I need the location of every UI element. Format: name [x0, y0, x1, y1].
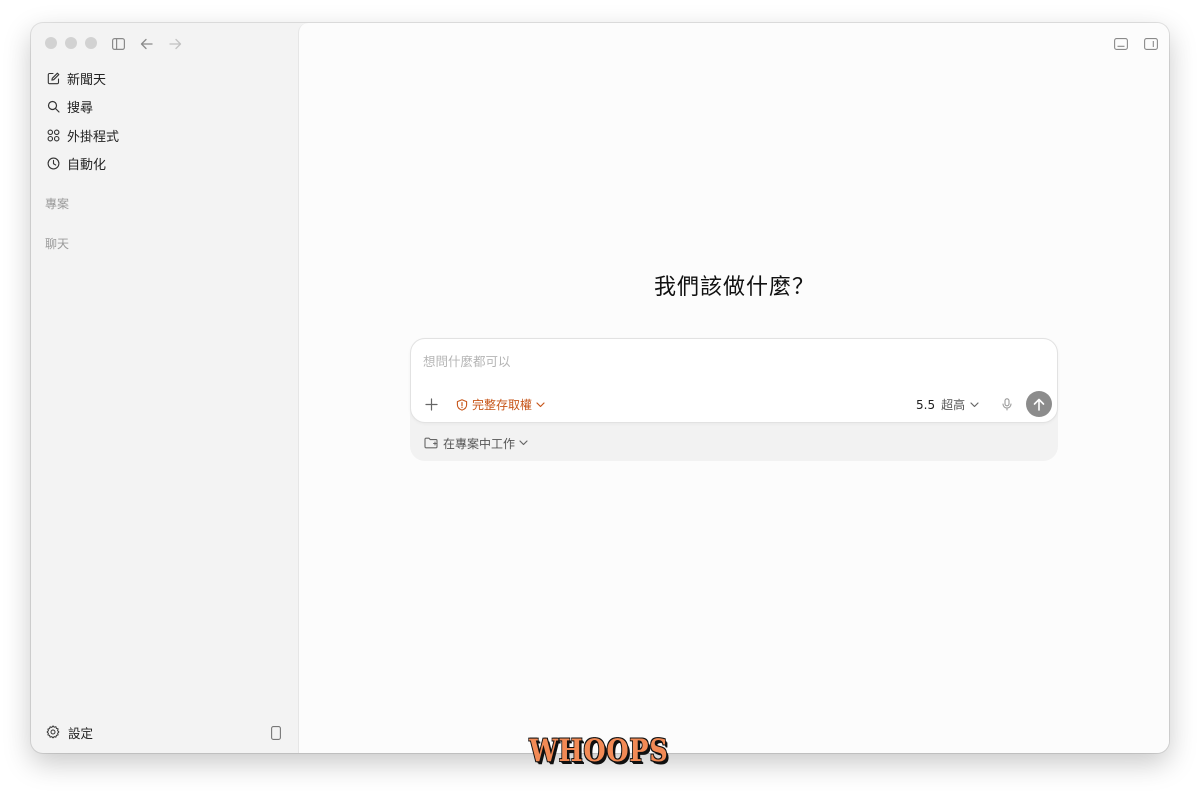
work-in-project-label: 在專案中工作	[443, 436, 516, 451]
chevron-down-icon	[536, 401, 545, 408]
sidebar-item-search[interactable]: 搜尋	[39, 93, 287, 119]
page-title: 我們該做什麼？	[653, 275, 815, 300]
chevron-down-icon	[970, 401, 979, 408]
folder-icon	[424, 436, 438, 450]
access-permission-dropdown[interactable]: 完整存取權	[455, 396, 545, 413]
plugins-icon	[46, 128, 61, 143]
projects-section-label: 專案	[45, 197, 70, 211]
app-window: 新聞天 搜尋 外掛程式 自動化 專案 聊天 設定 我們該做什麼？ 想問什麼都可以…	[31, 23, 1169, 753]
sidebar-item-label: 外掛程式	[67, 129, 120, 145]
settings-button[interactable]: 設定	[39, 721, 93, 743]
model-selector[interactable]: 5.5 超高	[916, 396, 979, 413]
send-button[interactable]	[1026, 391, 1052, 417]
edit-icon	[46, 71, 61, 86]
chats-section-label: 聊天	[45, 237, 70, 251]
whoops-logo-text: WHOOPS	[529, 733, 669, 769]
sidebar-item-label: 新聞天	[67, 72, 107, 88]
microphone-icon[interactable]	[999, 396, 1015, 412]
search-icon	[46, 99, 61, 114]
bottom-panel-toggle-icon[interactable]	[1113, 36, 1129, 52]
sidebar-item-plugins[interactable]: 外掛程式	[39, 122, 287, 148]
model-version: 5.5	[916, 397, 936, 412]
sidebar-item-label: 搜尋	[67, 100, 94, 116]
device-icon[interactable]	[269, 725, 283, 741]
access-label: 完整存取權	[472, 398, 533, 412]
sidebar-item-label: 自動化	[67, 157, 107, 173]
reasoning-level: 超高	[941, 398, 966, 412]
main-panel: 我們該做什麼？ 想問什麼都可以 完整存取權 5.5 超高 在專案中工作	[298, 23, 1169, 753]
arrow-up-icon	[1033, 398, 1045, 411]
forward-arrow-icon[interactable]	[167, 36, 183, 52]
window-minimize-button[interactable]	[65, 37, 77, 49]
whoops-logo: WHOOPS	[529, 731, 667, 771]
back-arrow-icon[interactable]	[138, 36, 154, 52]
window-close-button[interactable]	[45, 37, 57, 49]
window-zoom-button[interactable]	[85, 37, 97, 49]
clock-icon	[46, 156, 61, 171]
add-attachment-button[interactable]	[423, 396, 439, 412]
composer: 想問什麼都可以 完整存取權 5.5 超高	[410, 338, 1058, 423]
warning-shield-icon	[455, 398, 468, 411]
chevron-down-icon	[519, 440, 528, 446]
work-in-project-dropdown[interactable]: 在專案中工作	[424, 434, 528, 452]
sidebar: 新聞天 搜尋 外掛程式 自動化 專案 聊天 設定	[31, 23, 298, 753]
settings-label: 設定	[68, 725, 94, 741]
sidebar-item-new-chat[interactable]: 新聞天	[39, 65, 287, 91]
sidebar-item-automation[interactable]: 自動化	[39, 150, 287, 176]
gear-icon	[45, 724, 61, 740]
right-panel-toggle-icon[interactable]	[1143, 36, 1159, 52]
sidebar-toggle-icon[interactable]	[110, 36, 126, 52]
message-input[interactable]: 想問什麼都可以	[423, 351, 511, 370]
